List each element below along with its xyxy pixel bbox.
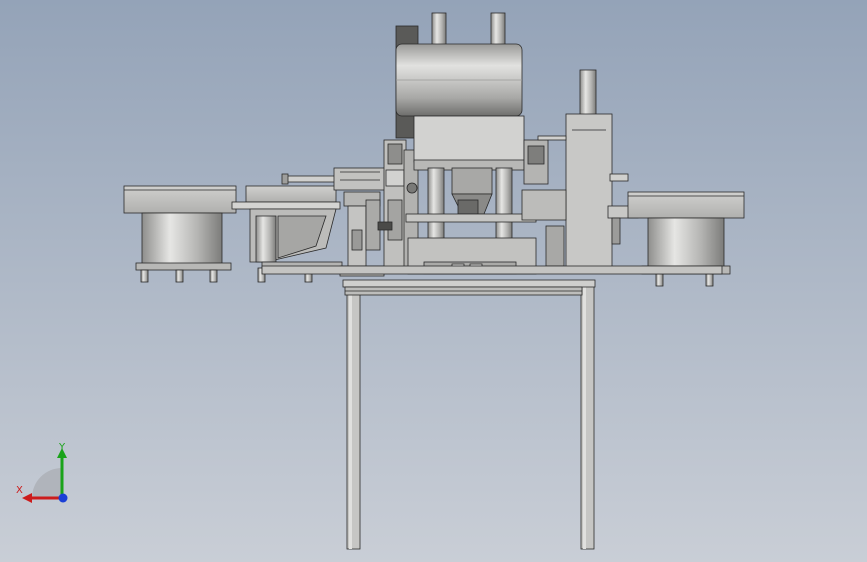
y-axis-label: Y — [59, 442, 66, 453]
x-axis-label: X — [16, 485, 23, 496]
left-bowl-feeder — [123, 185, 237, 283]
x-axis-arrowhead — [22, 493, 32, 503]
machine-model-view[interactable] — [0, 0, 867, 562]
triad-plane-shade — [32, 468, 62, 498]
right-feed-mechanism — [521, 69, 639, 273]
axis-triad-graphic — [22, 448, 68, 503]
orientation-triad: Y X — [12, 440, 82, 510]
frame-legs — [346, 284, 595, 550]
base-plate — [261, 265, 723, 275]
cad-viewport[interactable]: Y X — [0, 0, 867, 562]
z-axis-indicator — [58, 493, 68, 503]
table-top — [342, 279, 596, 296]
